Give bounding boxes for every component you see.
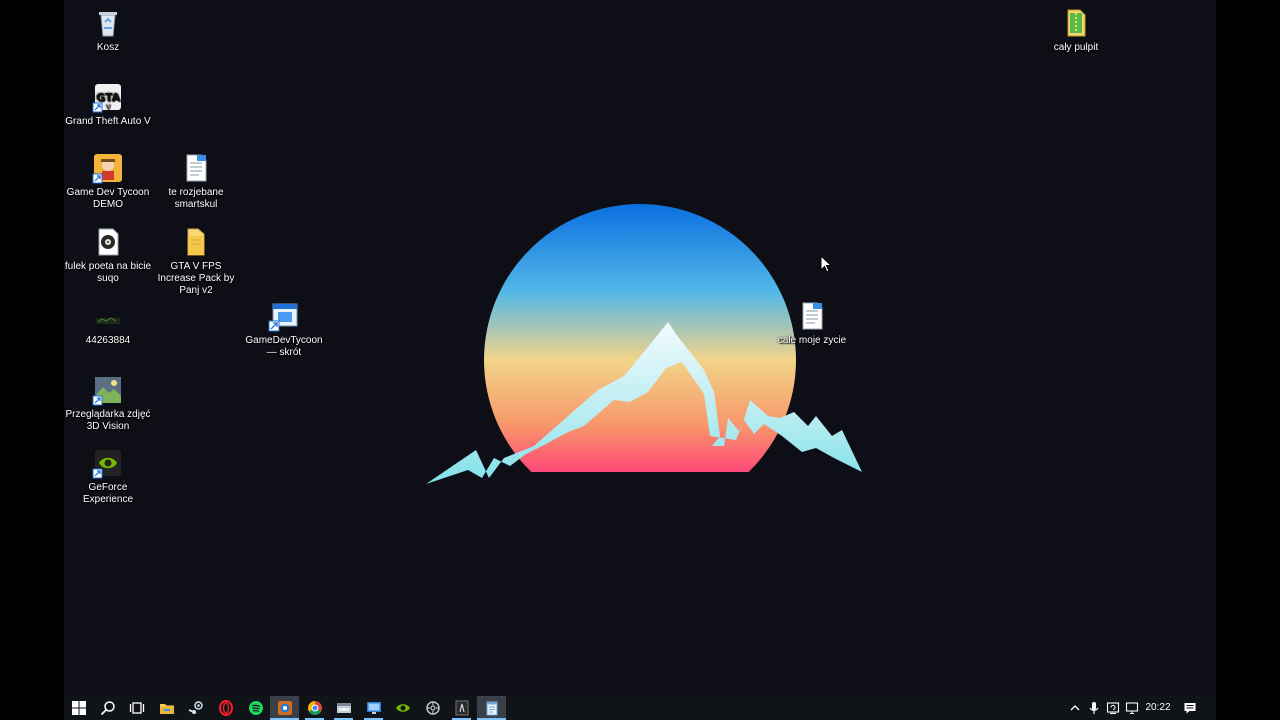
desktop-icon-label: Game Dev Tycoon DEMO — [66, 187, 150, 210]
tray-microphone[interactable] — [1085, 696, 1103, 720]
text-document-icon — [180, 152, 212, 184]
taskbar-opera[interactable] — [211, 696, 240, 720]
taskbar-app-window[interactable] — [329, 696, 358, 720]
desktop-icon-gta-v[interactable]: GTA V Grand Theft Auto V — [64, 81, 153, 128]
taskbar-clock[interactable]: 20:22 — [1142, 696, 1174, 720]
gta-v-icon: GTA V — [92, 81, 124, 113]
file-explorer-icon — [159, 704, 174, 714]
start-button[interactable] — [64, 696, 93, 720]
game-dev-tycoon-icon — [92, 152, 124, 184]
microphone-icon — [1089, 702, 1099, 714]
taskbar-blue-app[interactable] — [270, 696, 299, 720]
task-view-button[interactable] — [122, 696, 151, 720]
desktop-icon-label: fulek poeta na bicie suqo — [64, 261, 152, 284]
update-icon — [1106, 702, 1119, 715]
notepad-icon — [486, 701, 497, 716]
task-view-icon — [129, 702, 144, 714]
opera-icon — [218, 700, 233, 716]
nvidia-icon — [395, 704, 410, 712]
media-file-icon — [92, 226, 124, 258]
archive-icon — [1060, 7, 1092, 39]
blue-app-icon — [277, 701, 292, 715]
monitor-app-icon — [366, 702, 381, 714]
mouse-cursor — [820, 255, 832, 273]
desktop-icon-recycle-bin[interactable]: Kosz — [64, 7, 153, 54]
text-document-icon — [796, 300, 828, 332]
taskbar-steam[interactable] — [181, 696, 210, 720]
letterbox-left — [0, 0, 64, 720]
chevron-up-icon — [1070, 705, 1080, 711]
desktop-icon-image-file[interactable]: 44263884 — [64, 300, 153, 347]
taskbar-nvidia[interactable] — [388, 696, 417, 720]
wallpaper — [426, 204, 862, 484]
tray-show-hidden-icons[interactable] — [1065, 696, 1085, 720]
desktop-icon-label: całe moje zycie — [777, 335, 847, 346]
desktop-icon-label: GeForce Experience — [82, 482, 134, 505]
folder-icon — [180, 226, 212, 258]
desktop-icon-label: Przeglądarka zdjęć 3D Vision — [65, 409, 151, 432]
chrome-icon — [307, 701, 322, 715]
desktop-icon-gamedevtycoon-shortcut[interactable]: GameDevTycoon — skrót — [239, 300, 329, 359]
network-icon — [1125, 702, 1138, 715]
taskbar-dark-app[interactable] — [447, 696, 476, 720]
desktop-icon-label: 44263884 — [85, 335, 131, 346]
tray-network[interactable] — [1122, 696, 1141, 720]
steam-icon — [188, 701, 203, 714]
letterbox-right — [1216, 0, 1280, 720]
taskbar-notepad[interactable] — [477, 696, 506, 720]
recycle-bin-icon — [92, 7, 124, 39]
desktop-icon-media-file[interactable]: fulek poeta na bicie suqo — [64, 226, 153, 285]
desktop-icon-label: Grand Theft Auto V — [65, 116, 151, 127]
desktop-icon-game-dev-tycoon[interactable]: Game Dev Tycoon DEMO — [64, 152, 153, 211]
search-button[interactable] — [93, 696, 122, 720]
taskbar-gear-app[interactable] — [418, 696, 447, 720]
search-icon — [100, 701, 115, 716]
dark-app-icon — [455, 700, 468, 716]
desktop-icon-3d-vision[interactable]: Przeglądarka zdjęć 3D Vision — [64, 374, 153, 433]
desktop-icon-geforce[interactable]: GeForce Experience — [64, 447, 153, 506]
taskbar: 20:22 — [64, 696, 1216, 720]
windows-start-icon — [71, 701, 86, 715]
svg-text:V: V — [106, 103, 111, 111]
desktop-screen: Kosz GTA V Grand Theft Auto V Game Dev Ty… — [64, 0, 1216, 720]
taskbar-file-explorer[interactable] — [152, 696, 181, 720]
geforce-icon — [92, 447, 124, 479]
app-window-icon — [336, 703, 351, 713]
action-center-button[interactable] — [1178, 696, 1202, 720]
desktop-icon-text-file[interactable]: te rozjebane smartskul — [151, 152, 241, 211]
3d-vision-icon — [92, 374, 124, 406]
desktop-icon-label: Kosz — [96, 42, 120, 53]
desktop-icon-label: GameDevTycoon — skrót — [245, 335, 323, 358]
desktop-icon-folder[interactable]: GTA V FPS Increase Pack by Panj v2 — [151, 226, 241, 297]
tray-update[interactable] — [1103, 696, 1122, 720]
taskbar-monitor-app[interactable] — [359, 696, 388, 720]
desktop-icon-label: GTA V FPS Increase Pack by Panj v2 — [157, 261, 235, 296]
gear-app-icon — [425, 701, 440, 715]
notifications-icon — [1184, 703, 1196, 714]
taskbar-chrome[interactable] — [300, 696, 329, 720]
spotify-icon — [248, 701, 263, 715]
desktop-icon-label: cały pulpit — [1053, 42, 1099, 53]
desktop-icon-text-file-2[interactable]: całe moje zycie — [767, 300, 857, 347]
taskbar-spotify[interactable] — [241, 696, 270, 720]
image-file-icon — [92, 300, 124, 332]
desktop-icon-label: te rozjebane smartskul — [168, 187, 224, 210]
desktop-icon-archive[interactable]: cały pulpit — [1031, 7, 1121, 54]
shortcut-icon — [268, 300, 300, 332]
